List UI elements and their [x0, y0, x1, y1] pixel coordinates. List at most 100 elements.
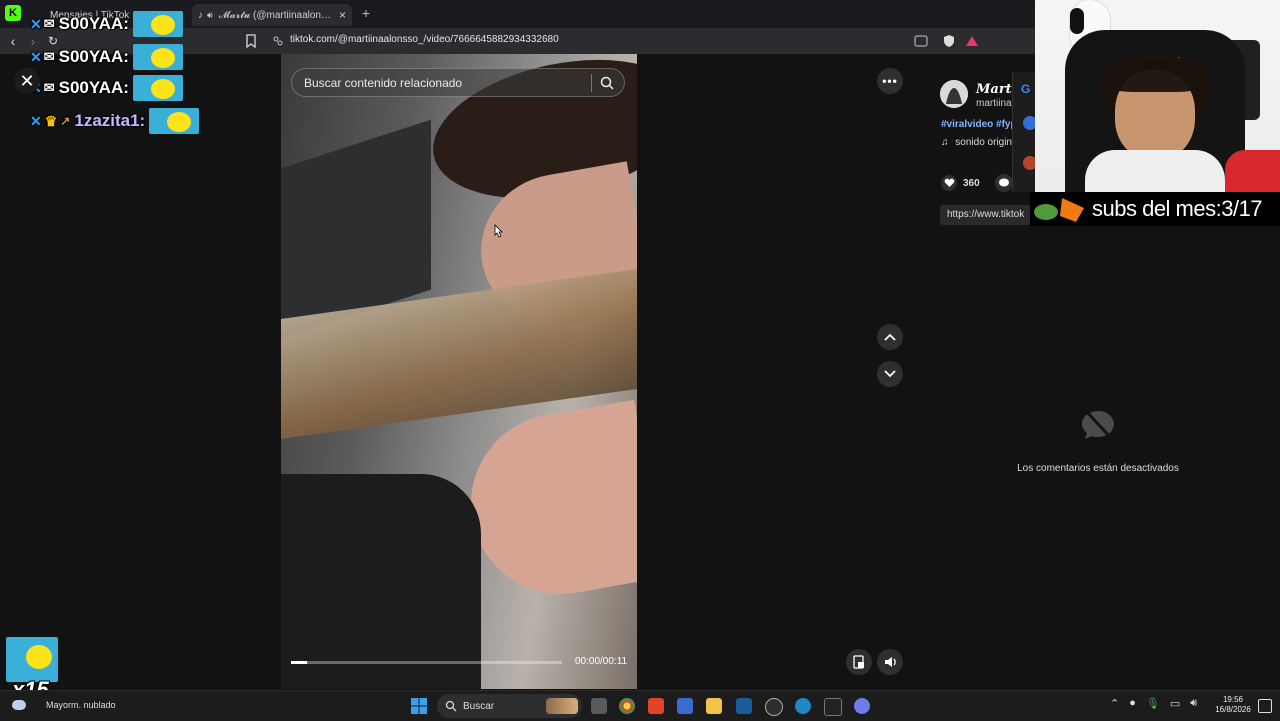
taskbar-search[interactable]: Buscar	[437, 694, 582, 718]
brave-icon[interactable]	[648, 698, 664, 714]
speaker-icon: 🔊︎	[207, 9, 213, 20]
red-pillow	[1225, 150, 1280, 192]
ccleaner-icon[interactable]	[795, 698, 811, 714]
chat-emote-icon	[132, 75, 183, 101]
heart-icon	[941, 175, 957, 191]
kick-app-icon[interactable]: K	[5, 5, 21, 21]
speaker-icon	[885, 657, 896, 667]
video-progress-track[interactable]	[291, 661, 562, 664]
comment-bubble-icon[interactable]	[995, 174, 1013, 192]
tab-tiktok-video[interactable]: ♪ 🔊︎ 𝓜𝓪𝓻𝓽𝓾 (@martiinaalonsso_ ×	[192, 4, 352, 26]
mouse-cursor-icon	[492, 224, 504, 240]
task-view-icon[interactable]	[591, 698, 607, 714]
crown-badge-icon: ♛	[44, 112, 58, 129]
floating-player-button[interactable]	[846, 649, 872, 675]
google-icon: G	[1021, 82, 1031, 96]
streamer-webcam: GXTrust.	[1035, 0, 1280, 192]
comments-disabled-text: Los comentarios están desactivados	[1017, 463, 1179, 474]
search-icon[interactable]	[600, 76, 614, 90]
chevron-up-icon[interactable]: ⌃	[1110, 697, 1119, 710]
combo-emote-icon	[6, 637, 58, 682]
chrome-icon[interactable]	[619, 698, 635, 714]
chevron-down-icon	[884, 370, 896, 378]
chat-username: 1zazita1:	[74, 111, 146, 130]
volume-button[interactable]	[877, 649, 903, 675]
search-divider	[591, 73, 592, 92]
like-button[interactable]: 360	[941, 175, 980, 191]
chat-emote-icon	[149, 108, 200, 134]
chat-emote-icon	[132, 11, 183, 37]
weather-widget[interactable]: Mayorm. nublado	[12, 700, 116, 710]
video-hashtags[interactable]: #viralvideo #fyp	[941, 119, 1017, 130]
sword-badge-icon: ✕	[30, 48, 42, 65]
steam-icon[interactable]	[736, 698, 752, 714]
clock-date: 16/8/2026	[1215, 705, 1251, 714]
previous-video-button[interactable]	[877, 324, 903, 350]
back-icon[interactable]: ‹	[4, 32, 22, 50]
pip-icon	[853, 655, 864, 669]
new-tab-button[interactable]: +	[358, 5, 374, 21]
chat-message: ✕ ✉ S00YAA:	[30, 11, 183, 37]
brave-shields-icon[interactable]	[941, 33, 957, 49]
video-time: 00:00/00:11	[575, 656, 628, 667]
music-note-icon: ♫	[941, 137, 949, 148]
address-bar[interactable]: tiktok.com/@martiinaalonsso_/video/76666…	[290, 34, 559, 45]
streamer-shirt	[1085, 150, 1225, 192]
cloud-icon	[12, 700, 26, 710]
windows-taskbar: Mayorm. nublado Buscar ⌃ ● 🎙︎ ▭ 🔊︎ 19:56…	[0, 690, 1280, 721]
related-search-input[interactable]	[302, 74, 591, 91]
discord-tray-icon[interactable]: ●	[1129, 697, 1136, 710]
search-label: Buscar	[463, 700, 495, 712]
video-player[interactable]	[281, 54, 637, 689]
discord-icon[interactable]	[854, 698, 870, 714]
tiktok-icon: ♪	[198, 9, 203, 21]
store-icon[interactable]	[677, 698, 693, 714]
creator-username[interactable]: martiina	[976, 98, 1012, 109]
close-icon[interactable]: ✕	[14, 68, 40, 94]
chat-username: S00YAA:	[58, 14, 129, 33]
search-highlight-image	[546, 698, 578, 714]
comments-disabled-icon	[1078, 405, 1118, 445]
pepe-emote-icon	[1032, 194, 1088, 224]
site-settings-icon[interactable]	[270, 33, 286, 49]
tab-label: 𝓜𝓪𝓻𝓽𝓾 (@martiinaalonsso_	[218, 9, 335, 21]
chat-message: ✕ ✉ S00YAA:	[30, 44, 183, 70]
network-icon[interactable]: ▭	[1170, 697, 1180, 710]
video-sound[interactable]: ♫ sonido origin	[941, 137, 1012, 148]
sound-label: sonido origin	[955, 137, 1012, 148]
bookmark-icon[interactable]	[243, 33, 259, 49]
system-tray: ⌃ ● 🎙︎ ▭ 🔊︎	[1110, 697, 1197, 710]
speaker-icon[interactable]: 🔊︎	[1190, 697, 1197, 710]
more-options-button[interactable]: •••	[877, 68, 903, 94]
chat-username: S00YAA:	[58, 78, 129, 97]
chat-message: ✕ ✉ S00YAA:	[30, 75, 183, 101]
file-explorer-icon[interactable]	[706, 698, 722, 714]
share-link-box[interactable]: https://www.tiktok	[940, 205, 1035, 225]
related-search-box[interactable]	[291, 68, 625, 97]
chat-username: S00YAA:	[58, 47, 129, 66]
obs-icon[interactable]	[765, 698, 783, 716]
envelope-badge-icon: ✉	[43, 49, 55, 64]
google-account-popup[interactable]: G	[1012, 72, 1037, 192]
video-progress-fill	[291, 661, 308, 664]
envelope-badge-icon: ✉	[43, 16, 55, 31]
microphone-icon[interactable]: 🎙︎	[1146, 697, 1160, 710]
translate-icon[interactable]	[913, 33, 929, 49]
app-icon[interactable]	[824, 698, 842, 716]
sword-badge-icon: ✕	[30, 112, 42, 129]
taskbar-clock[interactable]: 19:56 16/8/2026	[1210, 695, 1256, 715]
weather-text: Mayorm. nublado	[46, 700, 116, 710]
notification-icon[interactable]	[1258, 699, 1272, 713]
chat-emote-icon	[132, 44, 183, 70]
like-count: 360	[963, 177, 980, 189]
tab-close-button[interactable]: ×	[339, 8, 346, 22]
chevron-up-icon	[884, 333, 896, 341]
sword-badge-icon: ✕	[30, 15, 42, 32]
ellipsis-icon: •••	[882, 74, 898, 88]
creator-avatar[interactable]	[940, 80, 968, 108]
brave-rewards-icon[interactable]	[964, 33, 980, 49]
subs-counter-text: subs del mes:3/17	[1092, 196, 1263, 221]
arrow-badge-icon: ↗	[60, 114, 71, 128]
next-video-button[interactable]	[877, 361, 903, 387]
windows-start-icon[interactable]	[410, 697, 428, 715]
